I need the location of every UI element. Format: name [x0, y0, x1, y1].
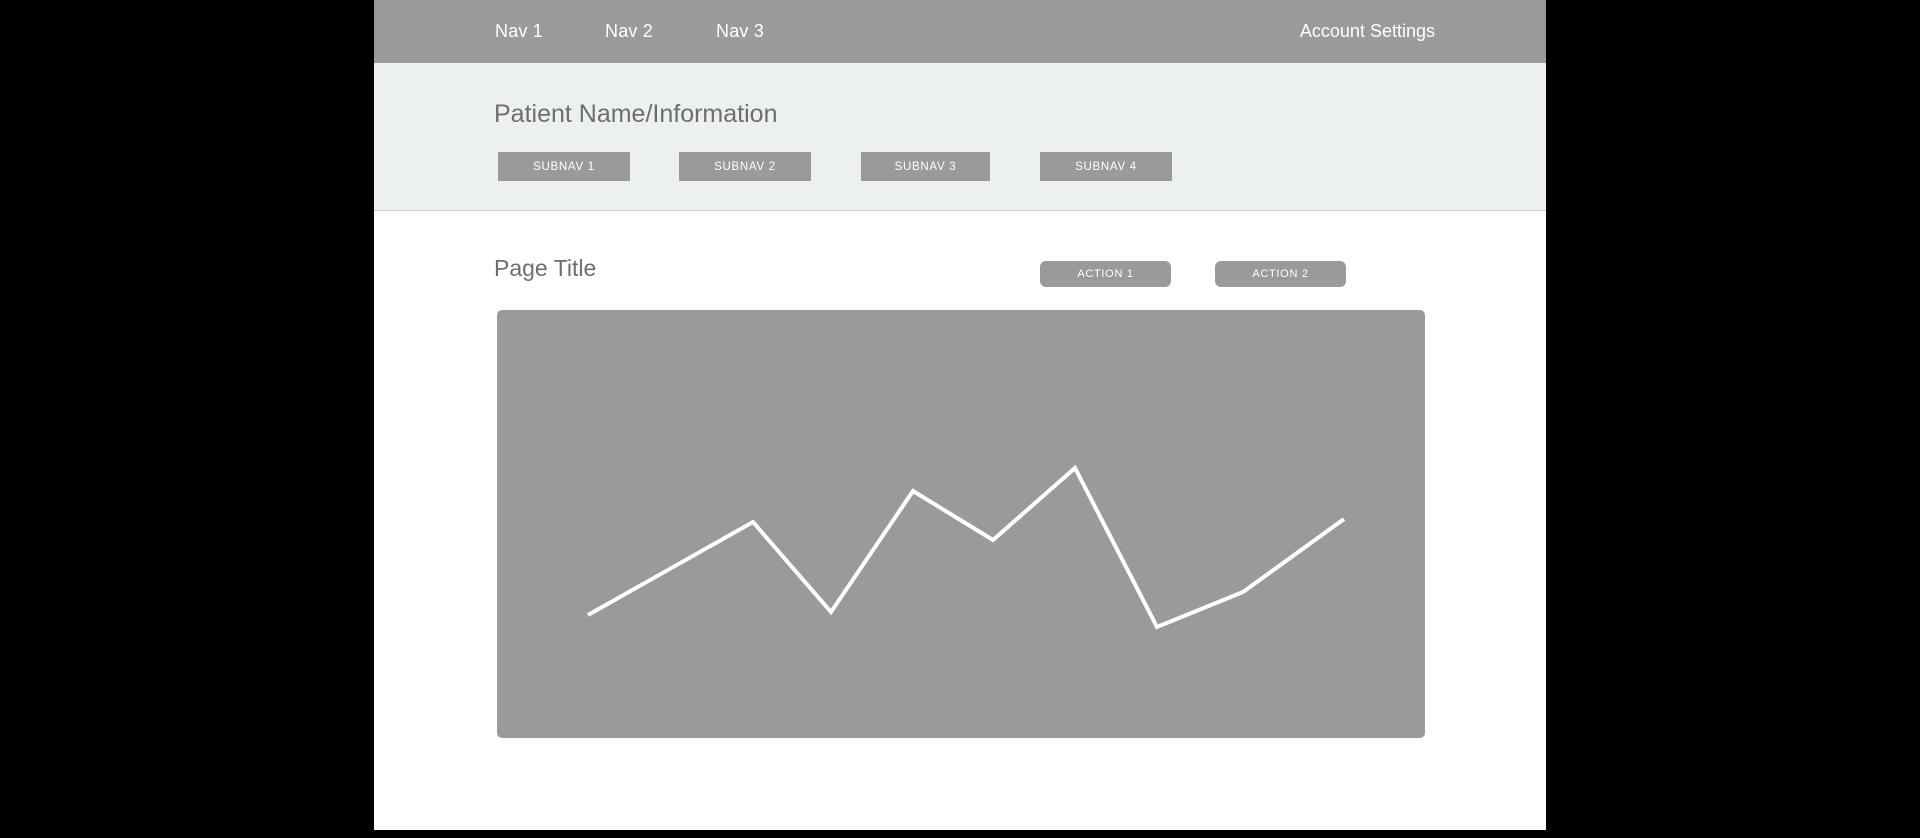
action-button-2[interactable]: ACTION 2	[1215, 261, 1346, 287]
line-chart-panel[interactable]	[497, 310, 1425, 738]
chart-line-series-1	[587, 464, 1346, 630]
page-title: Page Title	[494, 255, 597, 281]
nav-item-nav-3[interactable]: Nav 3	[716, 20, 764, 42]
subnav-button-2[interactable]: SUBNAV 2	[679, 152, 811, 181]
account-settings-link[interactable]: Account Settings	[1300, 20, 1435, 42]
subnav-button-1[interactable]: SUBNAV 1	[498, 152, 630, 181]
subnav-button-4[interactable]: SUBNAV 4	[1040, 152, 1172, 181]
subnav-button-3[interactable]: SUBNAV 3	[861, 152, 990, 181]
patient-header-band: Patient Name/Information SUBNAV 1 SUBNAV…	[374, 63, 1546, 211]
patient-name-information: Patient Name/Information	[494, 100, 778, 128]
nav-item-nav-1[interactable]: Nav 1	[495, 20, 543, 42]
nav-item-nav-2[interactable]: Nav 2	[605, 20, 653, 42]
top-navigation-bar: Nav 1 Nav 2 Nav 3 Account Settings	[374, 0, 1546, 63]
action-button-1[interactable]: ACTION 1	[1040, 261, 1171, 287]
application-window: Nav 1 Nav 2 Nav 3 Account Settings Patie…	[374, 0, 1546, 830]
main-content-area: Page Title ACTION 1 ACTION 2	[374, 212, 1546, 830]
line-chart-svg	[587, 464, 1346, 630]
screen-letterbox: Nav 1 Nav 2 Nav 3 Account Settings Patie…	[0, 0, 1920, 838]
